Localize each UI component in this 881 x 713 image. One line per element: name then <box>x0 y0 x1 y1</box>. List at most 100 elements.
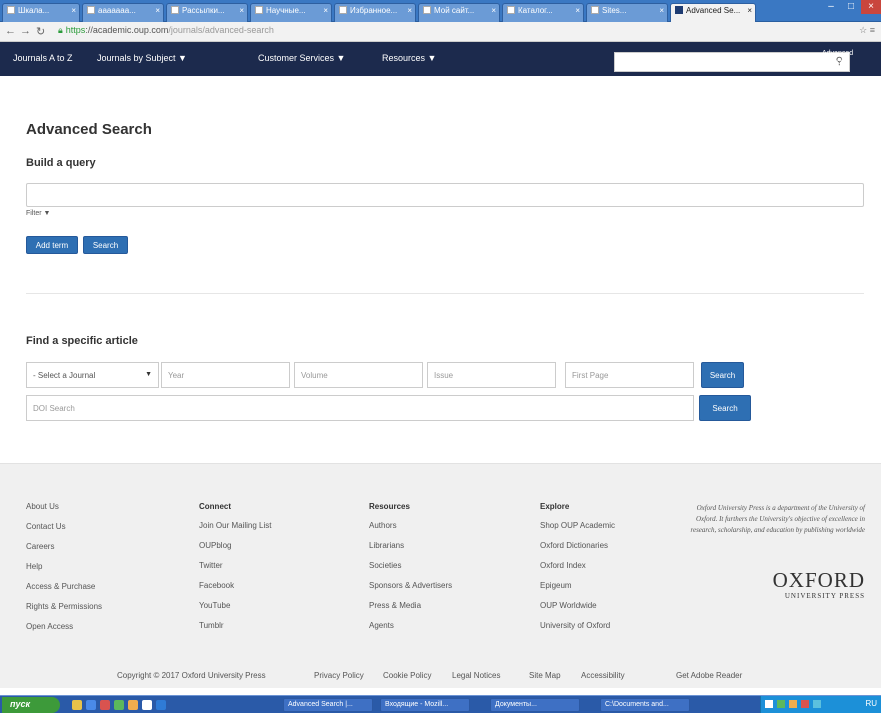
footer-link[interactable]: Help <box>26 562 102 573</box>
url-field[interactable]: 🔒︎ https://academic.oup.com/journals/adva… <box>58 25 274 39</box>
nav-journals-a-to-z[interactable]: Journals A to Z <box>13 53 73 63</box>
browser-tab[interactable]: Научные... × <box>250 3 332 22</box>
footer-link[interactable]: Authors <box>369 521 452 532</box>
footer-link[interactable]: Press & Media <box>369 601 452 612</box>
tab-favicon-icon <box>423 6 431 14</box>
quick-launch-icon[interactable] <box>156 700 166 710</box>
footer-link[interactable]: Join Our Mailing List <box>199 521 271 532</box>
site-search-input[interactable]: ⚲ <box>614 52 850 72</box>
footer-link[interactable]: Societies <box>369 561 452 572</box>
issue-field[interactable]: Issue <box>427 362 556 388</box>
footer-link[interactable]: Twitter <box>199 561 271 572</box>
quick-launch-icon[interactable] <box>142 700 152 710</box>
search-button[interactable]: Search <box>83 236 128 254</box>
footer-link[interactable]: Access & Purchase <box>26 582 102 593</box>
close-tab-icon[interactable]: × <box>71 6 76 15</box>
footer-link[interactable]: Agents <box>369 621 452 632</box>
back-icon[interactable]: ← <box>5 25 16 37</box>
privacy-policy-link[interactable]: Privacy Policy <box>314 671 364 680</box>
taskbar-window-button[interactable]: С:\Documents and... <box>600 698 690 712</box>
tab-favicon-icon <box>339 6 347 14</box>
filter-toggle[interactable]: Filter ▼ <box>26 210 50 217</box>
footer-link[interactable]: Facebook <box>199 581 271 592</box>
tray-icon[interactable] <box>765 700 773 708</box>
tab-favicon-icon <box>87 6 95 14</box>
add-term-button[interactable]: Add term <box>26 236 78 254</box>
close-tab-icon[interactable]: × <box>239 6 244 15</box>
close-window-icon[interactable]: × <box>861 0 881 14</box>
footer-link[interactable]: Contact Us <box>26 522 102 533</box>
article-search-button[interactable]: Search <box>701 362 744 388</box>
minimize-icon[interactable]: – <box>821 0 841 14</box>
close-tab-icon[interactable]: × <box>323 6 328 15</box>
footer-link[interactable]: Tumblr <box>199 621 271 632</box>
browser-tab[interactable]: Шкала... × <box>2 3 80 22</box>
browser-tab-active[interactable]: Advanced Se... × <box>670 3 756 22</box>
oxford-logo[interactable]: OXFORD <box>690 568 865 593</box>
footer-link[interactable]: Oxford Dictionaries <box>540 541 615 552</box>
footer-link[interactable]: OUPblog <box>199 541 271 552</box>
bookmark-star-icon[interactable]: ☆ ≡ <box>859 25 875 36</box>
year-field[interactable]: Year <box>161 362 290 388</box>
tray-icon[interactable] <box>813 700 821 708</box>
forward-icon[interactable]: → <box>20 25 31 37</box>
tray-icon[interactable] <box>801 700 809 708</box>
nav-customer-services[interactable]: Customer Services ▼ <box>258 53 345 63</box>
footer-link[interactable]: Open Access <box>26 622 102 633</box>
maximize-icon[interactable]: □ <box>841 0 861 14</box>
advanced-search-link[interactable]: Advanced Search <box>822 49 872 67</box>
browser-tab[interactable]: Каталог... × <box>502 3 584 22</box>
footer-link[interactable]: Sponsors & Advertisers <box>369 581 452 592</box>
quick-launch-icon[interactable] <box>114 700 124 710</box>
cookie-policy-link[interactable]: Cookie Policy <box>383 671 431 680</box>
browser-tab[interactable]: Sites... × <box>586 3 668 22</box>
footer-link[interactable]: YouTube <box>199 601 271 612</box>
footer-col-about: About Us Contact Us Careers Help Access … <box>26 502 102 642</box>
tray-icon[interactable] <box>789 700 797 708</box>
browser-tab[interactable]: Рассылки... × <box>166 3 248 22</box>
close-tab-icon[interactable]: × <box>575 6 580 15</box>
doi-search-field[interactable]: DOI Search <box>26 395 694 421</box>
doi-search-button[interactable]: Search <box>699 395 751 421</box>
footer-link[interactable]: OUP Worldwide <box>540 601 615 612</box>
close-tab-icon[interactable]: × <box>491 6 496 15</box>
adobe-reader-link[interactable]: Get Adobe Reader <box>676 671 742 680</box>
quick-launch-icon[interactable] <box>128 700 138 710</box>
legal-notices-link[interactable]: Legal Notices <box>452 671 500 680</box>
quick-launch-icon[interactable] <box>86 700 96 710</box>
footer-link[interactable]: Shop OUP Academic <box>540 521 615 532</box>
quick-launch-icon[interactable] <box>100 700 110 710</box>
close-tab-icon[interactable]: × <box>659 6 664 15</box>
tray-icon[interactable] <box>777 700 785 708</box>
footer-link[interactable]: University of Oxford <box>540 621 615 632</box>
browser-tab[interactable]: ааааааа... × <box>82 3 164 22</box>
reload-icon[interactable]: ↻ <box>36 25 45 38</box>
footer-link[interactable]: Librarians <box>369 541 452 552</box>
taskbar-window-button[interactable]: Входящие - Mozill... <box>380 698 470 712</box>
nav-resources[interactable]: Resources ▼ <box>382 53 436 63</box>
nav-journals-by-subject[interactable]: Journals by Subject ▼ <box>97 53 187 63</box>
footer-link[interactable]: Careers <box>26 542 102 553</box>
footer-link[interactable]: About Us <box>26 502 102 513</box>
taskbar-window-button[interactable]: Документы... <box>490 698 580 712</box>
volume-field[interactable]: Volume <box>294 362 423 388</box>
journal-select[interactable]: - Select a Journal ▼ <box>26 362 159 388</box>
footer-link[interactable]: Oxford Index <box>540 561 615 572</box>
browser-tab[interactable]: Мой сайт... × <box>418 3 500 22</box>
first-page-field[interactable]: First Page <box>565 362 694 388</box>
close-tab-icon[interactable]: × <box>407 6 412 15</box>
start-button[interactable]: пуск <box>2 697 60 713</box>
quick-launch-icon[interactable] <box>72 700 82 710</box>
window-controls: – □ × <box>821 0 881 18</box>
accessibility-link[interactable]: Accessibility <box>581 671 625 680</box>
close-tab-icon[interactable]: × <box>155 6 160 15</box>
footer-link[interactable]: Rights & Permissions <box>26 602 102 613</box>
close-tab-icon[interactable]: × <box>747 6 752 15</box>
page-title: Advanced Search <box>26 121 152 138</box>
site-map-link[interactable]: Site Map <box>529 671 561 680</box>
footer-link[interactable]: Epigeum <box>540 581 615 592</box>
browser-tab[interactable]: Избранное... × <box>334 3 416 22</box>
tray-language[interactable]: RU <box>865 699 877 708</box>
query-input[interactable] <box>26 183 864 207</box>
taskbar-window-button[interactable]: Advanced Search |... <box>283 698 373 712</box>
